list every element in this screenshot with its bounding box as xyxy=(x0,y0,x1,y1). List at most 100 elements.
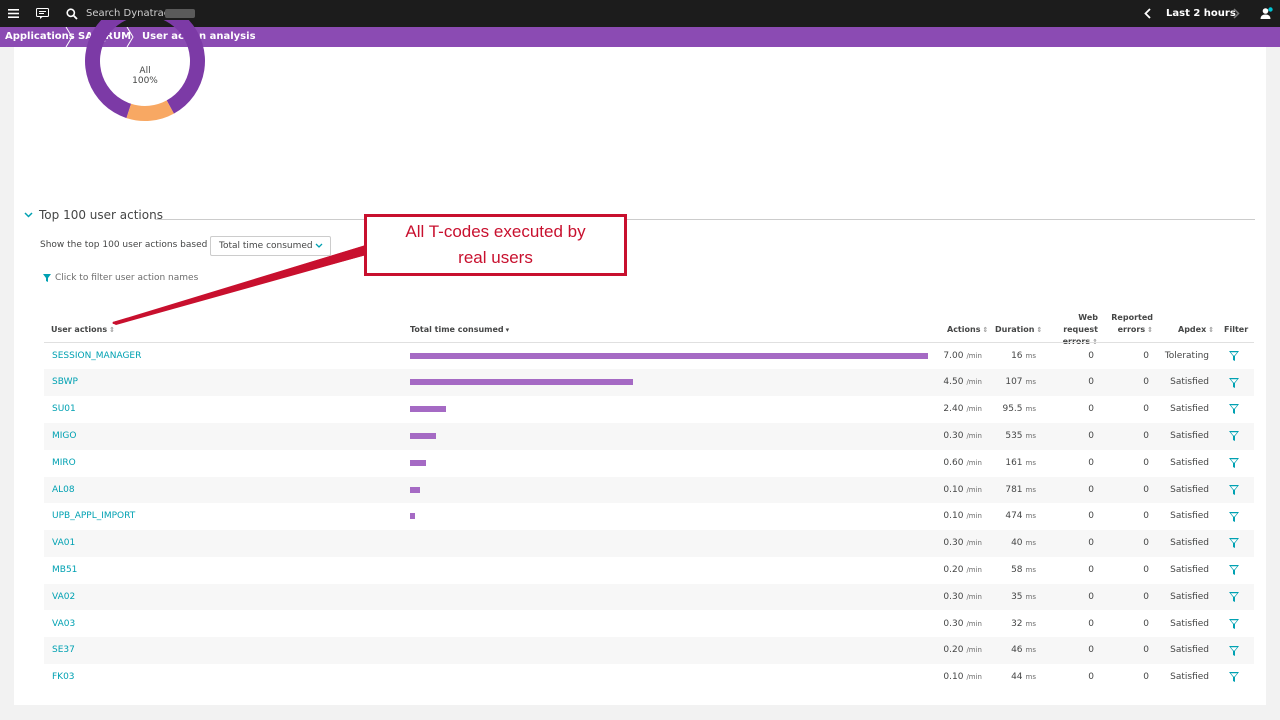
actions-unit: /min xyxy=(966,539,982,548)
filter-icon[interactable] xyxy=(1228,503,1240,530)
col-header-total-time[interactable]: Total time consumed ▾ xyxy=(410,324,509,336)
actions-value: 0.10 xyxy=(943,511,964,522)
web-request-errors-cell: 0 xyxy=(1088,538,1094,549)
sort-desc-icon: ▾ xyxy=(505,326,510,334)
filter-icon[interactable] xyxy=(1228,530,1240,557)
apdex-cell: Satisfied xyxy=(1170,564,1209,575)
search-icon[interactable] xyxy=(64,0,80,27)
reported-errors-cell: 0 xyxy=(1143,484,1149,495)
actions-cell: 0.10/min xyxy=(934,664,982,691)
actions-cell: 0.30/min xyxy=(934,611,982,638)
filter-icon[interactable] xyxy=(1228,637,1240,664)
filter-icon[interactable] xyxy=(1228,477,1240,504)
filter-icon[interactable] xyxy=(1228,423,1240,450)
actions-value: 0.20 xyxy=(943,645,964,656)
chevron-right-icon[interactable] xyxy=(1229,0,1243,27)
actions-value: 0.30 xyxy=(943,430,964,441)
user-action-name-link[interactable]: VA02 xyxy=(52,584,75,611)
web-request-errors-cell: 0 xyxy=(1088,564,1094,575)
col-header-user-actions[interactable]: User actions ⇕ xyxy=(51,324,115,336)
actions-cell: 0.10/min xyxy=(934,477,982,504)
reported-errors-cell: 0 xyxy=(1143,591,1149,602)
duration-cell: 44 ms xyxy=(988,664,1036,691)
user-icon[interactable] xyxy=(1258,0,1274,27)
apdex-cell: Satisfied xyxy=(1170,618,1209,629)
feedback-icon[interactable] xyxy=(34,0,50,27)
actions-value: 7.00 xyxy=(943,350,964,361)
chevron-down-icon[interactable] xyxy=(24,212,33,218)
filter-icon[interactable] xyxy=(1228,584,1240,611)
filter-icon[interactable] xyxy=(1228,396,1240,423)
user-action-name-link[interactable]: SU01 xyxy=(52,396,76,423)
user-action-name-link[interactable]: MB51 xyxy=(52,557,77,584)
actions-value: 0.30 xyxy=(943,538,964,549)
filter-icon[interactable] xyxy=(1228,611,1240,638)
duration-unit: ms xyxy=(1025,485,1036,494)
col-header-duration[interactable]: Duration ⇕ xyxy=(995,324,1042,336)
actions-unit: /min xyxy=(966,673,982,682)
user-action-name-link[interactable]: MIGO xyxy=(52,423,76,450)
actions-value: 0.60 xyxy=(943,457,964,468)
donut-segment-secondary[interactable] xyxy=(126,100,174,122)
user-action-name-link[interactable]: AL08 xyxy=(52,477,75,504)
apdex-cell: Satisfied xyxy=(1170,484,1209,495)
duration-unit: ms xyxy=(1025,673,1036,682)
filter-icon[interactable] xyxy=(1228,343,1240,370)
filter-icon[interactable] xyxy=(1228,369,1240,396)
total-time-bar xyxy=(410,352,928,359)
user-action-name-link[interactable]: MIRO xyxy=(52,450,76,477)
table-row: AL08 0.10/min 781 ms 0 0 Satisfied xyxy=(44,476,1254,504)
duration-unit: ms xyxy=(1025,378,1036,387)
section-title: Top 100 user actions xyxy=(39,208,163,222)
chevron-left-icon[interactable] xyxy=(1140,0,1154,27)
duration-unit: ms xyxy=(1025,405,1036,414)
col-header-reported-errors[interactable]: Reported errors ⇕ xyxy=(1110,312,1153,336)
col-header-label: Apdex xyxy=(1178,325,1207,334)
actions-cell: 0.20/min xyxy=(934,557,982,584)
filter-icon[interactable] xyxy=(1228,664,1240,691)
apdex-cell: Satisfied xyxy=(1170,430,1209,441)
user-action-name-link[interactable]: SESSION_MANAGER xyxy=(52,343,141,370)
table-row: SU01 2.40/min 95.5 ms 0 0 Satisfied xyxy=(44,396,1254,423)
filter-user-actions-link[interactable]: Click to filter user action names xyxy=(43,273,198,283)
user-action-name-link[interactable]: VA01 xyxy=(52,530,75,557)
sort-icon: ⇕ xyxy=(1147,326,1153,334)
col-header-actions[interactable]: Actions ⇕ xyxy=(947,324,988,336)
search-blurred-region xyxy=(165,9,195,18)
basis-label: Show the top 100 user actions based on xyxy=(40,240,222,250)
duration-cell: 35 ms xyxy=(988,584,1036,611)
user-action-name-link[interactable]: VA03 xyxy=(52,611,75,638)
duration-unit: ms xyxy=(1025,351,1036,360)
web-request-errors-cell: 0 xyxy=(1088,484,1094,495)
annotation-callout: All T-codes executed by real users xyxy=(364,214,627,276)
user-action-name-link[interactable]: SE37 xyxy=(52,637,75,664)
total-time-bar xyxy=(410,486,421,493)
menu-icon[interactable] xyxy=(6,0,20,27)
web-request-errors-cell: 0 xyxy=(1088,430,1094,441)
reported-errors-cell: 0 xyxy=(1143,564,1149,575)
reported-errors-cell: 0 xyxy=(1143,377,1149,388)
duration-value: 44 xyxy=(1011,672,1023,683)
total-time-bar xyxy=(410,432,436,439)
table-row: SE37 0.20/min 46 ms 0 0 Satisfied xyxy=(44,637,1254,665)
actions-cell: 4.50/min xyxy=(934,369,982,396)
col-header-apdex[interactable]: Apdex ⇕ xyxy=(1178,324,1214,336)
table-row: MB51 0.20/min 58 ms 0 0 Satisfied xyxy=(44,557,1254,584)
filter-icon[interactable] xyxy=(1228,450,1240,477)
user-action-name-link[interactable]: FK03 xyxy=(52,664,75,691)
timeframe-selector[interactable]: Last 2 hours xyxy=(1166,0,1236,27)
user-action-name-link[interactable]: UPB_APPL_IMPORT xyxy=(52,503,135,530)
section-header[interactable]: Top 100 user actions xyxy=(24,207,163,223)
actions-cell: 0.30/min xyxy=(934,584,982,611)
user-action-name-link[interactable]: SBWP xyxy=(52,369,78,396)
duration-value: 40 xyxy=(1011,538,1023,549)
col-header-label: Duration xyxy=(995,325,1035,334)
duration-unit: ms xyxy=(1025,431,1036,440)
filter-icon[interactable] xyxy=(1228,557,1240,584)
duration-cell: 781 ms xyxy=(988,477,1036,504)
duration-unit: ms xyxy=(1025,619,1036,628)
table-row: MIGO 0.30/min 535 ms 0 0 Satisfied xyxy=(44,422,1254,450)
duration-value: 95.5 xyxy=(1002,404,1023,415)
basis-select[interactable]: Total time consumed xyxy=(210,236,331,256)
web-request-errors-cell: 0 xyxy=(1088,350,1094,361)
